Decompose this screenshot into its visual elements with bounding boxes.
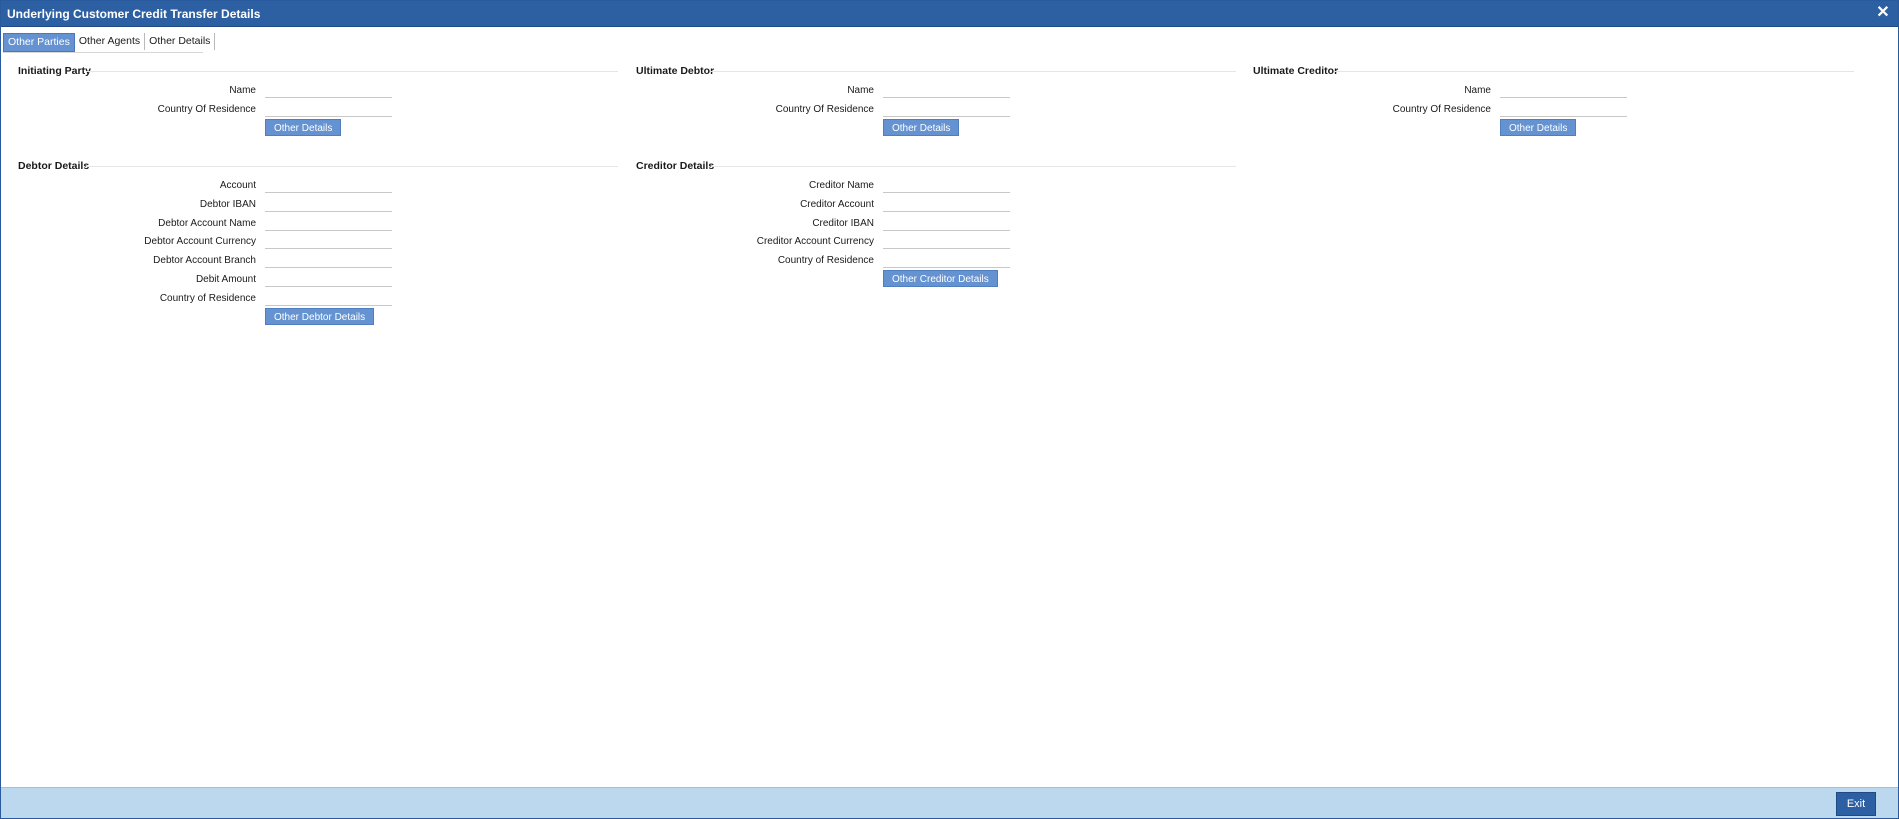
creditor-account-currency-input[interactable]: [883, 233, 1010, 249]
ultimate-debtor-heading: Ultimate Debtor: [636, 65, 715, 77]
other-creditor-details-button[interactable]: Other Creditor Details: [883, 270, 998, 287]
creditor-country-label: Country of Residence: [777, 255, 874, 266]
ultimate-debtor-name-label: Name: [847, 85, 874, 96]
ultimate-creditor-other-details-button[interactable]: Other Details: [1500, 119, 1577, 136]
ultimate-creditor-name-label: Name: [1464, 85, 1491, 96]
debtor-account-label: Account: [219, 180, 256, 191]
debtor-account-name-label: Debtor Account Name: [158, 218, 256, 229]
debtor-details-heading: Debtor Details: [18, 160, 90, 172]
tab-divider: [3, 52, 203, 53]
debit-amount-label: Debit Amount: [195, 274, 256, 285]
ultimate-debtor-name-input[interactable]: [883, 82, 1010, 98]
debtor-account-name-input[interactable]: [265, 215, 392, 231]
ultimate-creditor-divider: [1334, 71, 1854, 72]
ultimate-debtor-other-details-button[interactable]: Other Details: [883, 119, 960, 136]
debtor-country-label: Country of Residence: [159, 293, 256, 304]
ultimate-creditor-name-input[interactable]: [1500, 82, 1627, 98]
initiating-party-other-details-button[interactable]: Other Details: [265, 119, 342, 136]
tab-other-details[interactable]: Other Details: [145, 33, 216, 50]
initiating-party-country-input[interactable]: [265, 101, 392, 117]
debtor-account-branch-label: Debtor Account Branch: [153, 255, 256, 266]
initiating-party-name-input[interactable]: [265, 82, 392, 98]
exit-button[interactable]: Exit: [1836, 792, 1876, 816]
creditor-account-currency-label: Creditor Account Currency: [756, 236, 874, 247]
creditor-account-label: Creditor Account: [800, 199, 874, 210]
ultimate-debtor-country-label: Country Of Residence: [775, 104, 874, 115]
tab-other-agents[interactable]: Other Agents: [75, 33, 146, 50]
creditor-account-input[interactable]: [883, 196, 1010, 212]
initiating-party-heading: Initiating Party: [18, 65, 91, 77]
title-bar: Underlying Customer Credit Transfer Deta…: [1, 1, 1898, 27]
debtor-account-currency-input[interactable]: [265, 233, 392, 249]
initiating-party-divider: [86, 71, 618, 72]
other-debtor-details-button[interactable]: Other Debtor Details: [265, 308, 375, 325]
debit-amount-input[interactable]: [265, 271, 392, 287]
debtor-account-input[interactable]: [265, 177, 392, 193]
creditor-name-label: Creditor Name: [808, 180, 874, 191]
close-icon[interactable]: ✕: [1874, 4, 1892, 22]
footer-bar: Exit: [1, 787, 1898, 818]
dialog-window: Underlying Customer Credit Transfer Deta…: [0, 0, 1899, 819]
debtor-iban-input[interactable]: [265, 196, 392, 212]
creditor-name-input[interactable]: [883, 177, 1010, 193]
tab-bar: Other Parties Other Agents Other Details: [3, 33, 216, 52]
creditor-details-heading: Creditor Details: [636, 160, 715, 172]
initiating-party-name-label: Name: [229, 85, 256, 96]
debtor-account-currency-label: Debtor Account Currency: [144, 236, 256, 247]
ultimate-creditor-country-label: Country Of Residence: [1392, 104, 1491, 115]
window-title: Underlying Customer Credit Transfer Deta…: [7, 7, 261, 21]
ultimate-creditor-heading: Ultimate Creditor: [1253, 65, 1339, 77]
ultimate-creditor-country-input[interactable]: [1500, 101, 1627, 117]
creditor-details-divider: [711, 166, 1236, 167]
tab-other-parties[interactable]: Other Parties: [3, 33, 75, 52]
debtor-iban-label: Debtor IBAN: [199, 199, 256, 210]
initiating-party-country-label: Country Of Residence: [157, 104, 256, 115]
creditor-iban-input[interactable]: [883, 215, 1010, 231]
creditor-iban-label: Creditor IBAN: [812, 218, 874, 229]
creditor-country-input[interactable]: [883, 252, 1010, 268]
debtor-country-input[interactable]: [265, 290, 392, 306]
ultimate-debtor-country-input[interactable]: [883, 101, 1010, 117]
debtor-account-branch-input[interactable]: [265, 252, 392, 268]
ultimate-debtor-divider: [711, 71, 1236, 72]
debtor-details-divider: [86, 166, 618, 167]
